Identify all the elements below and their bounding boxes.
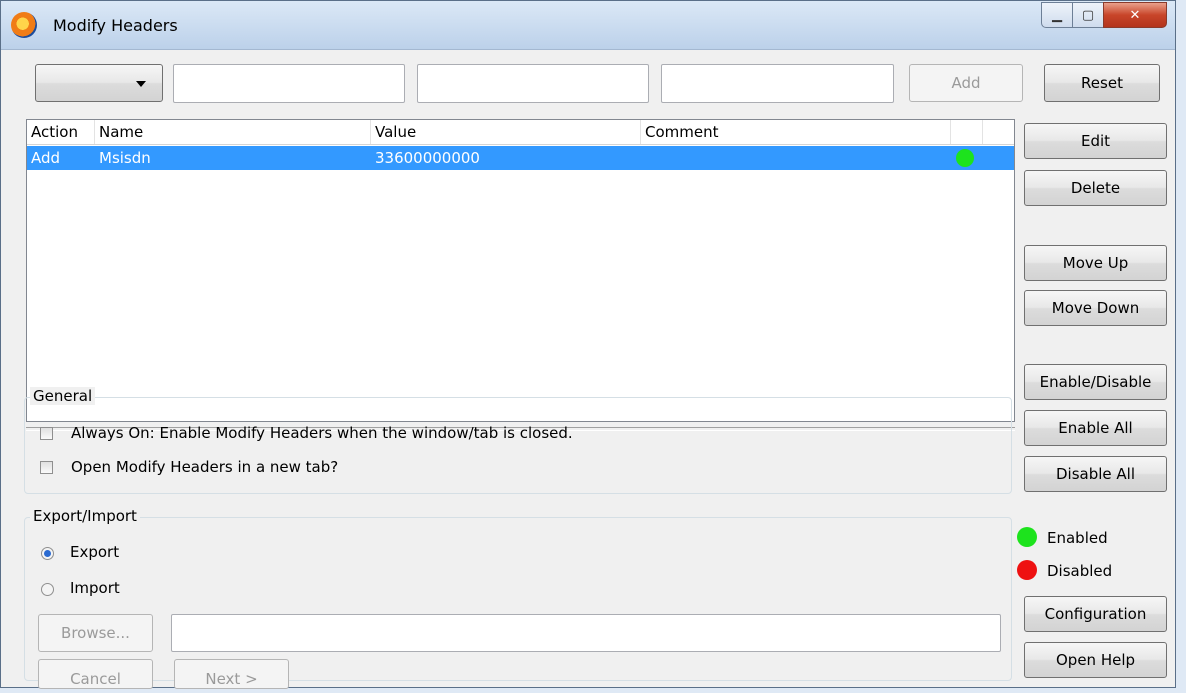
import-label: Import: [70, 579, 120, 597]
header-value-input[interactable]: [417, 64, 649, 103]
enable-all-button[interactable]: Enable All: [1024, 410, 1167, 446]
title-bar[interactable]: Modify Headers ▁ ▢ ✕: [1, 1, 1175, 50]
table-row[interactable]: Add Msisdn 33600000000: [27, 146, 1014, 170]
general-group: [24, 397, 1012, 494]
headers-list[interactable]: Action Name Value Comment Add Msisdn 336…: [26, 119, 1015, 422]
export-import-group-label: Export/Import: [30, 507, 140, 525]
export-import-group: [24, 517, 1012, 681]
edit-button[interactable]: Edit: [1024, 123, 1167, 159]
header-comment-input[interactable]: [661, 64, 894, 103]
maximize-icon[interactable]: ▢: [1072, 2, 1104, 28]
always-on-label: Always On: Enable Modify Headers when th…: [71, 424, 573, 442]
column-header-value[interactable]: Value: [371, 120, 641, 144]
new-tab-checkbox[interactable]: [40, 461, 53, 474]
reset-button[interactable]: Reset: [1044, 64, 1160, 102]
column-header-status: [951, 120, 983, 144]
import-radio[interactable]: [41, 583, 54, 596]
move-up-button[interactable]: Move Up: [1024, 245, 1167, 281]
header-name-input[interactable]: [173, 64, 405, 103]
add-button[interactable]: Add: [909, 64, 1023, 102]
configuration-button[interactable]: Configuration: [1024, 596, 1167, 632]
new-tab-label: Open Modify Headers in a new tab?: [71, 458, 339, 476]
modify-headers-window: Modify Headers ▁ ▢ ✕ Add Reset Action Na…: [0, 0, 1176, 689]
enable-disable-button[interactable]: Enable/Disable: [1024, 364, 1167, 400]
column-header-comment[interactable]: Comment: [641, 120, 951, 144]
column-header-action[interactable]: Action: [27, 120, 95, 144]
general-group-label: General: [30, 387, 96, 405]
firefox-icon: [11, 12, 37, 38]
file-path-input[interactable]: [171, 614, 1001, 652]
enabled-legend-label: Enabled: [1047, 529, 1108, 547]
browse-button[interactable]: Browse...: [38, 614, 153, 652]
enabled-legend-icon: [1017, 527, 1037, 547]
list-header: Action Name Value Comment: [27, 120, 1014, 145]
client-area: Add Reset Action Name Value Comment Add …: [9, 51, 1169, 689]
close-icon[interactable]: ✕: [1103, 2, 1167, 28]
row-name: Msisdn: [99, 149, 151, 167]
export-radio[interactable]: [41, 547, 54, 560]
row-action: Add: [31, 149, 61, 167]
disable-all-button[interactable]: Disable All: [1024, 456, 1167, 492]
delete-button[interactable]: Delete: [1024, 170, 1167, 206]
move-down-button[interactable]: Move Down: [1024, 290, 1167, 326]
always-on-checkbox[interactable]: [40, 427, 53, 440]
column-header-name[interactable]: Name: [95, 120, 371, 144]
row-value: 33600000000: [375, 149, 480, 167]
enabled-status-icon: [956, 149, 974, 167]
minimize-icon[interactable]: ▁: [1041, 2, 1073, 28]
action-dropdown[interactable]: [35, 64, 163, 102]
export-label: Export: [70, 543, 120, 561]
chevron-down-icon: [136, 81, 146, 87]
next-button[interactable]: Next >: [174, 659, 289, 689]
window-title: Modify Headers: [53, 16, 178, 35]
cancel-button[interactable]: Cancel: [38, 659, 153, 689]
disabled-legend-icon: [1017, 560, 1037, 580]
open-help-button[interactable]: Open Help: [1024, 642, 1167, 678]
disabled-legend-label: Disabled: [1047, 562, 1113, 580]
